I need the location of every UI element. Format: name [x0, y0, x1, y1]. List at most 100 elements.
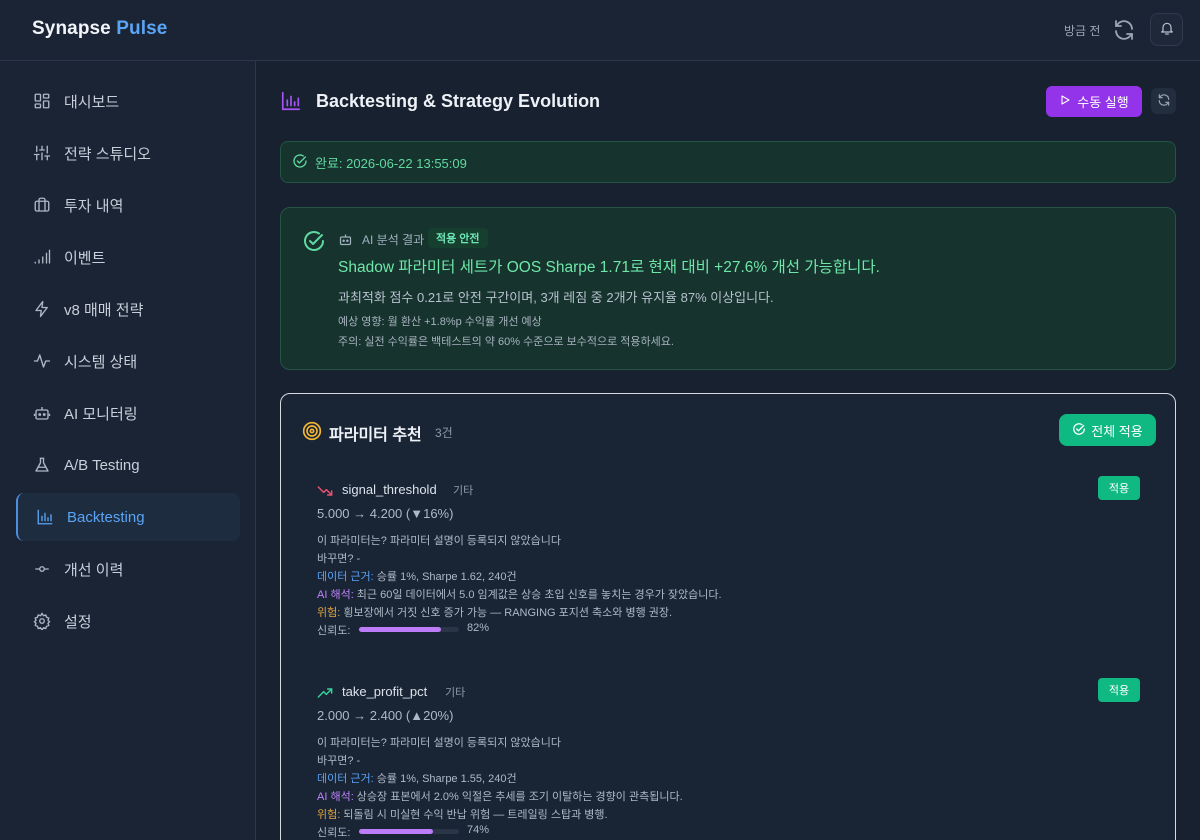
parameter-evidence: 데이터 근거: 승률 1%, Sharpe 1.62, 240건 — [317, 568, 517, 584]
parameter-description: 이 파라미터는? 파라미터 설명이 등록되지 않았습니다 — [317, 737, 562, 749]
bell-icon — [1159, 20, 1175, 39]
parameter-evidence: 데이터 근거: 승률 1%, Sharpe 1.55, 240건 — [317, 770, 517, 786]
refresh-icon — [1157, 93, 1171, 110]
bar-chart-icon — [35, 507, 55, 527]
sidebar-item-v8-strategy[interactable]: v8 매매 전략 — [16, 285, 240, 333]
confidence-label: 신뢰도: — [317, 827, 351, 839]
zap-icon — [32, 299, 52, 319]
run-status-banner: 완료: 2026-06-22 13:55:09 — [280, 141, 1176, 183]
sidebar-item-backtesting[interactable]: Backtesting — [16, 493, 240, 541]
check-circle-icon — [292, 153, 308, 172]
parameter-name: signal_threshold — [342, 482, 437, 497]
parameter-ai-interpretation: AI 해석: 상승장 표본에서 2.0% 익절은 추세를 조기 이탈하는 경향이… — [317, 788, 683, 804]
grid-icon — [32, 91, 52, 111]
ai-text: 최근 60일 데이터에서 5.0 임계값은 상승 초입 신호를 놓치는 경우가 … — [353, 589, 722, 601]
sidebar: 대시보드 전략 스튜디오 투자 내역 이벤트 v8 매매 전략 시스템 상태 A… — [0, 61, 256, 840]
confidence-value: 74% — [467, 824, 490, 836]
ai-analysis-detail: 과최적화 점수 0.21로 안전 구간이며, 3개 레짐 중 2개가 유지율 8… — [338, 290, 774, 305]
apply-button[interactable]: 적용 — [1098, 476, 1140, 500]
parameter-recommendations-card: 파라미터 추천 3건 전체 적용 signal_threshold 기타 5.0… — [280, 393, 1176, 840]
sidebar-item-system-status[interactable]: 시스템 상태 — [16, 337, 240, 385]
ai-analysis-headline: Shadow 파라미터 세트가 OOS Sharpe 1.71로 현재 대비 +… — [338, 259, 880, 276]
parameter-category: 기타 — [453, 485, 474, 497]
evidence-text: 승률 1%, Sharpe 1.62, 240건 — [373, 571, 517, 583]
sidebar-item-dashboard[interactable]: 대시보드 — [16, 77, 240, 125]
parameter-if-changed: 바꾸면? - — [317, 755, 361, 767]
confidence-fill — [359, 627, 441, 632]
risk-key: 위험: — [317, 607, 341, 619]
sidebar-item-strategy-studio[interactable]: 전략 스튜디오 — [16, 129, 240, 177]
briefcase-icon — [32, 195, 52, 215]
signal-icon — [32, 247, 52, 267]
last-updated-text: 방금 전 — [1064, 24, 1101, 38]
sliders-icon — [32, 143, 52, 163]
parameter-description: 이 파라미터는? 파라미터 설명이 등록되지 않았습니다 — [317, 535, 562, 547]
ai-analysis-caution: 주의: 실전 수익률은 백테스트의 약 60% 수준으로 보수적으로 적용하세요… — [338, 336, 674, 348]
sidebar-item-label: 대시보드 — [64, 93, 120, 111]
manual-run-button[interactable]: 수동 실행 — [1046, 86, 1142, 117]
gear-icon — [32, 611, 52, 631]
sidebar-item-label: 개선 이력 — [64, 561, 124, 579]
risk-text: 횡보장에서 거짓 신호 증가 가능 — RANGING 포지션 축소와 병행 권… — [340, 607, 673, 619]
confidence-value: 82% — [467, 622, 490, 634]
ai-analysis-label: AI 분석 결과 — [362, 233, 425, 247]
sidebar-item-improvement-history[interactable]: 개선 이력 — [16, 545, 240, 593]
parameter-ai-interpretation: AI 해석: 최근 60일 데이터에서 5.0 임계값은 상승 초입 신호를 놓… — [317, 586, 722, 602]
bar-chart-icon — [280, 90, 302, 112]
apply-button[interactable]: 적용 — [1098, 678, 1140, 702]
confidence-fill — [359, 829, 433, 834]
sidebar-item-label: 이벤트 — [64, 249, 106, 267]
robot-icon — [32, 403, 52, 423]
trend-up-icon — [317, 685, 333, 701]
parameter-name: take_profit_pct — [342, 684, 428, 699]
parameter-item: signal_threshold 기타 5.000 → 4.200 (▼16%)… — [317, 476, 1157, 661]
sidebar-item-events[interactable]: 이벤트 — [16, 233, 240, 281]
sidebar-item-label: 설정 — [64, 613, 92, 631]
parameter-category: 기타 — [445, 687, 466, 699]
apply-all-label: 전체 적용 — [1091, 423, 1143, 439]
page-title: Backtesting & Strategy Evolution — [316, 91, 601, 111]
sidebar-item-label: v8 매매 전략 — [64, 301, 144, 319]
parameter-change: 5.000 → 4.200 (▼16%) — [317, 506, 454, 521]
flask-icon — [32, 455, 52, 475]
confidence-label: 신뢰도: — [317, 625, 351, 637]
sidebar-item-investment-history[interactable]: 투자 내역 — [16, 181, 240, 229]
parameter-recommendations-title: 파라미터 추천 — [329, 427, 422, 444]
sidebar-item-label: Backtesting — [67, 508, 145, 526]
run-status-text: 완료: 2026-06-22 13:55:09 — [315, 155, 467, 171]
brand-primary: Synapse — [32, 18, 111, 39]
ai-key: AI 해석: — [317, 589, 354, 601]
parameter-change: 2.000 → 2.400 (▲20%) — [317, 708, 454, 723]
evidence-key: 데이터 근거: — [317, 773, 374, 785]
safety-badge: 적용 안전 — [428, 228, 488, 248]
parameter-risk: 위험: 되돌림 시 미실현 수익 반납 위험 — 트레일링 스탑과 병행. — [317, 806, 608, 822]
brand-logo[interactable]: Synapse Pulse — [32, 18, 167, 40]
ai-analysis-card: AI 분석 결과 적용 안전 Shadow 파라미터 세트가 OOS Sharp… — [280, 207, 1176, 370]
refresh-icon[interactable] — [1112, 18, 1136, 42]
notifications-button[interactable] — [1150, 13, 1183, 46]
recommendation-count: 3건 — [435, 426, 453, 440]
confidence-bar — [359, 829, 459, 834]
parameter-if-changed: 바꾸면? - — [317, 553, 361, 565]
apply-all-button[interactable]: 전체 적용 — [1059, 414, 1156, 446]
reload-button[interactable] — [1151, 88, 1176, 114]
top-bar: Synapse Pulse 방금 전 — [0, 0, 1200, 61]
play-icon — [1059, 94, 1071, 109]
sidebar-item-label: 투자 내역 — [64, 197, 124, 215]
activity-icon — [32, 351, 52, 371]
confidence-bar — [359, 627, 459, 632]
sidebar-item-settings[interactable]: 설정 — [16, 597, 240, 645]
sidebar-item-ai-monitoring[interactable]: AI 모니터링 — [16, 389, 240, 437]
evidence-key: 데이터 근거: — [317, 571, 374, 583]
risk-text: 되돌림 시 미실현 수익 반납 위험 — 트레일링 스탑과 병행. — [340, 809, 608, 821]
parameter-risk: 위험: 횡보장에서 거짓 신호 증가 가능 — RANGING 포지션 축소와 … — [317, 604, 672, 620]
risk-key: 위험: — [317, 809, 341, 821]
ai-analysis-impact: 예상 영향: 월 환산 +1.8%p 수익률 개선 예상 — [338, 316, 542, 328]
sidebar-item-label: A/B Testing — [64, 456, 140, 474]
sidebar-item-label: 시스템 상태 — [64, 353, 138, 371]
sidebar-item-ab-testing[interactable]: A/B Testing — [16, 441, 240, 489]
sidebar-item-label: AI 모니터링 — [64, 405, 138, 423]
check-circle-icon — [1072, 422, 1086, 439]
ai-text: 상승장 표본에서 2.0% 익절은 추세를 조기 이탈하는 경향이 관측됩니다. — [353, 791, 683, 803]
robot-icon — [338, 232, 353, 247]
